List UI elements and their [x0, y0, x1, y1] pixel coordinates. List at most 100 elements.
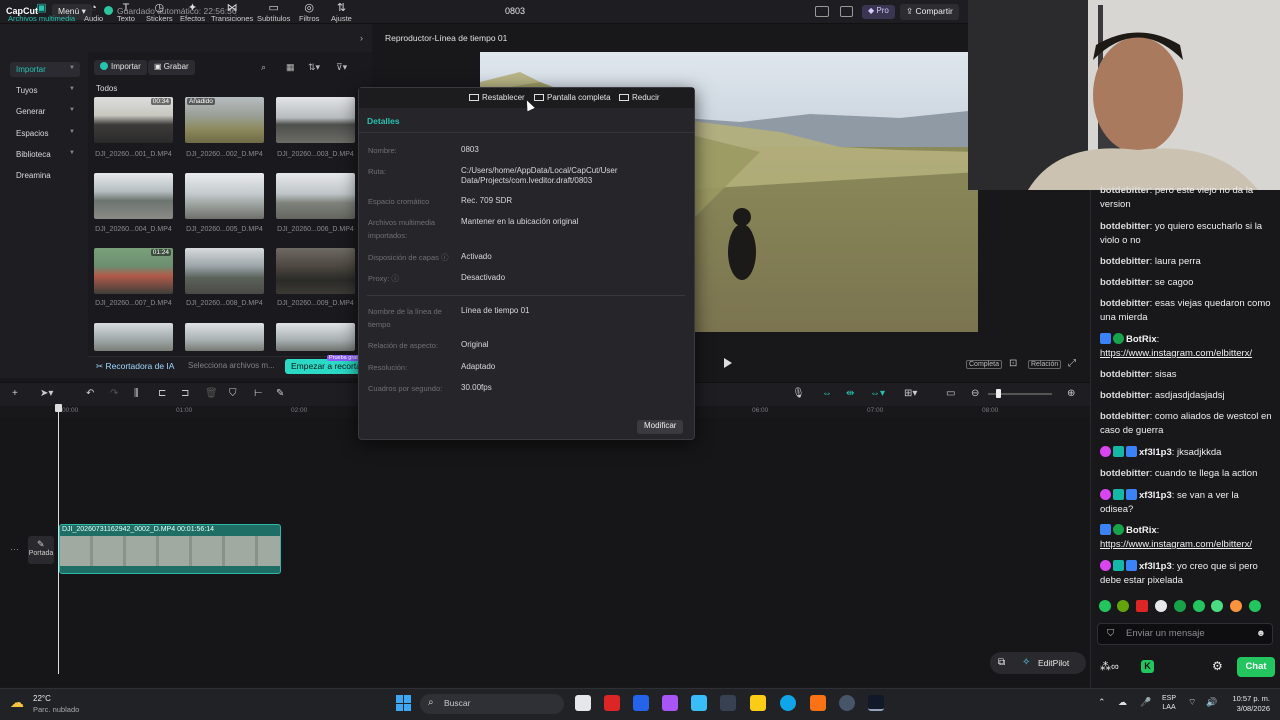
preview-axis-icon[interactable]: ⇔▾ — [870, 388, 885, 399]
playhead[interactable] — [58, 404, 59, 674]
cover-button[interactable]: ✎ Portada — [28, 536, 54, 564]
chat-send-button[interactable]: Chat — [1237, 657, 1275, 677]
chevron-right-icon[interactable]: › — [360, 33, 363, 43]
media-thumb[interactable] — [94, 173, 173, 219]
tool-media[interactable]: ▣ Archivos multimedia — [8, 2, 75, 23]
info-icon[interactable]: ⓘ — [441, 253, 449, 262]
tool-audio[interactable]: ◔ Audio — [84, 2, 103, 23]
tray-icon[interactable]: ☁ — [1118, 697, 1127, 708]
kick-icon[interactable]: K — [1141, 660, 1154, 673]
pro-button[interactable]: ◆ Pro — [862, 5, 895, 19]
sidebar-item-generate[interactable]: Generar ▼ — [10, 104, 80, 119]
emote-icon[interactable] — [1230, 600, 1242, 612]
tool-filters[interactable]: ◎ Filtros — [299, 2, 319, 23]
media-thumb[interactable] — [276, 97, 355, 143]
fullscreen-icon[interactable]: ⤢ — [1068, 358, 1076, 369]
media-thumb[interactable]: 00:34 — [94, 97, 173, 143]
store-icon[interactable] — [633, 695, 649, 711]
taskbar-search[interactable]: ⌕ Buscar — [420, 694, 564, 714]
split-icon[interactable]: ⫼ — [134, 388, 139, 399]
grid-view-icon[interactable]: ▦ — [286, 62, 295, 73]
start-icon[interactable] — [396, 695, 412, 711]
clock[interactable]: 10:57 p. m. 3/08/2026 — [1222, 694, 1270, 714]
emote-icon[interactable] — [1099, 600, 1111, 612]
tool-effects[interactable]: ✦ Efectos — [180, 2, 205, 23]
record-button[interactable]: ▣ Grabar — [148, 60, 195, 75]
modify-button[interactable]: Modificar — [637, 420, 684, 434]
microphone-icon[interactable]: 🎤 — [1140, 697, 1151, 708]
snipping-icon[interactable] — [662, 695, 678, 711]
chat-username[interactable]: botdebitter — [1100, 298, 1150, 309]
media-thumb[interactable] — [185, 173, 264, 219]
chat-username[interactable]: xf3l1p3 — [1139, 447, 1172, 458]
chat-username[interactable]: xf3l1p3 — [1139, 490, 1172, 501]
chevron-up-icon[interactable]: ⌃ — [1098, 697, 1106, 708]
wifi-icon[interactable]: ⌔ — [1188, 697, 1196, 708]
magic-icon[interactable]: ✎ — [276, 388, 284, 399]
volume-icon[interactable]: 🔊 — [1206, 697, 1217, 708]
weather-desc[interactable]: Parc. nublado — [33, 705, 79, 714]
sort-icon[interactable]: ⇅▾ — [308, 62, 320, 73]
snapshot-icon[interactable]: ⊡ — [1009, 358, 1017, 369]
folder-icon[interactable] — [750, 695, 766, 711]
emote-icon[interactable] — [1211, 600, 1223, 612]
shield-icon[interactable]: ⛉ — [229, 388, 237, 399]
split-screen-icon[interactable]: ⊞▾ — [904, 388, 917, 399]
ai-trimmer-title[interactable]: ✂ Recortadora de IA — [96, 361, 174, 372]
filter-icon[interactable]: ⊽▾ — [336, 62, 347, 73]
emote-icon[interactable] — [1193, 600, 1205, 612]
sidebar-item-import[interactable]: Importar ▼ — [10, 62, 80, 77]
sidebar-item-library[interactable]: Biblioteca ▼ — [10, 147, 80, 162]
emote-icon[interactable] — [1155, 600, 1167, 612]
task-view-icon[interactable] — [575, 695, 591, 711]
tool-adjust[interactable]: ⇅ Ajuste — [331, 2, 352, 23]
select-tool-icon[interactable]: ➤▾ — [40, 388, 53, 399]
freeze-icon[interactable]: ⊢ — [254, 388, 263, 399]
sidebar-item-yours[interactable]: Tuyos ▼ — [10, 83, 80, 98]
reduce-button[interactable]: Reducir — [619, 93, 660, 102]
zoom-slider-handle[interactable] — [996, 389, 1001, 398]
language-indicator[interactable]: ESP LAA — [1162, 694, 1176, 712]
import-button[interactable]: Importar — [94, 60, 147, 75]
chat-username[interactable]: botdebitter — [1100, 221, 1150, 232]
editpilot-button[interactable]: ⧉ ✧ EditPilot — [990, 652, 1086, 674]
playhead-handle[interactable] — [55, 404, 62, 412]
delete-icon[interactable]: 🗑 — [205, 388, 218, 399]
aspect-ratio-button[interactable]: Relación — [1028, 360, 1062, 369]
more-icon[interactable]: ⋯ — [10, 544, 19, 555]
brave-icon[interactable] — [810, 695, 826, 711]
edge-icon[interactable] — [780, 695, 796, 711]
tool-subtitles[interactable]: ▭ Subtítulos — [257, 2, 290, 23]
sidebar-item-spaces[interactable]: Espacios ▼ — [10, 126, 80, 141]
share-button[interactable]: ⇪ Compartir — [900, 4, 959, 20]
add-track-icon[interactable]: + — [12, 388, 18, 399]
sidebar-item-dreamina[interactable]: Dreamina — [10, 168, 80, 183]
play-button[interactable] — [724, 358, 732, 368]
info-icon[interactable]: ⓘ — [391, 274, 399, 283]
chat-username[interactable]: botdebitter — [1100, 390, 1150, 401]
tab-details[interactable]: Detalles — [367, 116, 400, 126]
chat-username[interactable]: BotRix — [1126, 334, 1157, 345]
reset-button[interactable]: Restablecer — [469, 93, 525, 102]
full-quality-button[interactable]: Completa — [966, 360, 1002, 369]
redo-icon[interactable]: ↷ — [110, 388, 118, 399]
app-icon[interactable] — [604, 695, 620, 711]
media-thumb[interactable]: 01:24 — [94, 248, 173, 294]
caption-icon[interactable]: ▭ — [946, 388, 955, 399]
media-thumb[interactable] — [276, 248, 355, 294]
media-thumb[interactable] — [276, 323, 355, 351]
fullscreen-button[interactable]: Pantalla completa — [534, 93, 611, 102]
media-thumb[interactable] — [185, 323, 264, 351]
capcut-icon[interactable] — [868, 695, 884, 711]
keyboard-icon[interactable] — [840, 6, 853, 17]
layout-icon[interactable] — [815, 6, 829, 17]
emote-icon[interactable] — [1117, 600, 1129, 612]
chat-username[interactable]: botdebitter — [1100, 468, 1150, 479]
tool-stickers[interactable]: ◷ Stickers — [146, 2, 173, 23]
split-left-icon[interactable]: ⊏ — [158, 388, 166, 399]
chat-input[interactable]: ⛉ Enviar un mensaje ☻ — [1097, 623, 1273, 645]
chat-username[interactable]: botdebitter — [1100, 411, 1150, 422]
chat-username[interactable]: botdebitter — [1100, 185, 1150, 196]
media-thumb[interactable] — [185, 248, 264, 294]
chat-username[interactable]: botdebitter — [1100, 369, 1150, 380]
